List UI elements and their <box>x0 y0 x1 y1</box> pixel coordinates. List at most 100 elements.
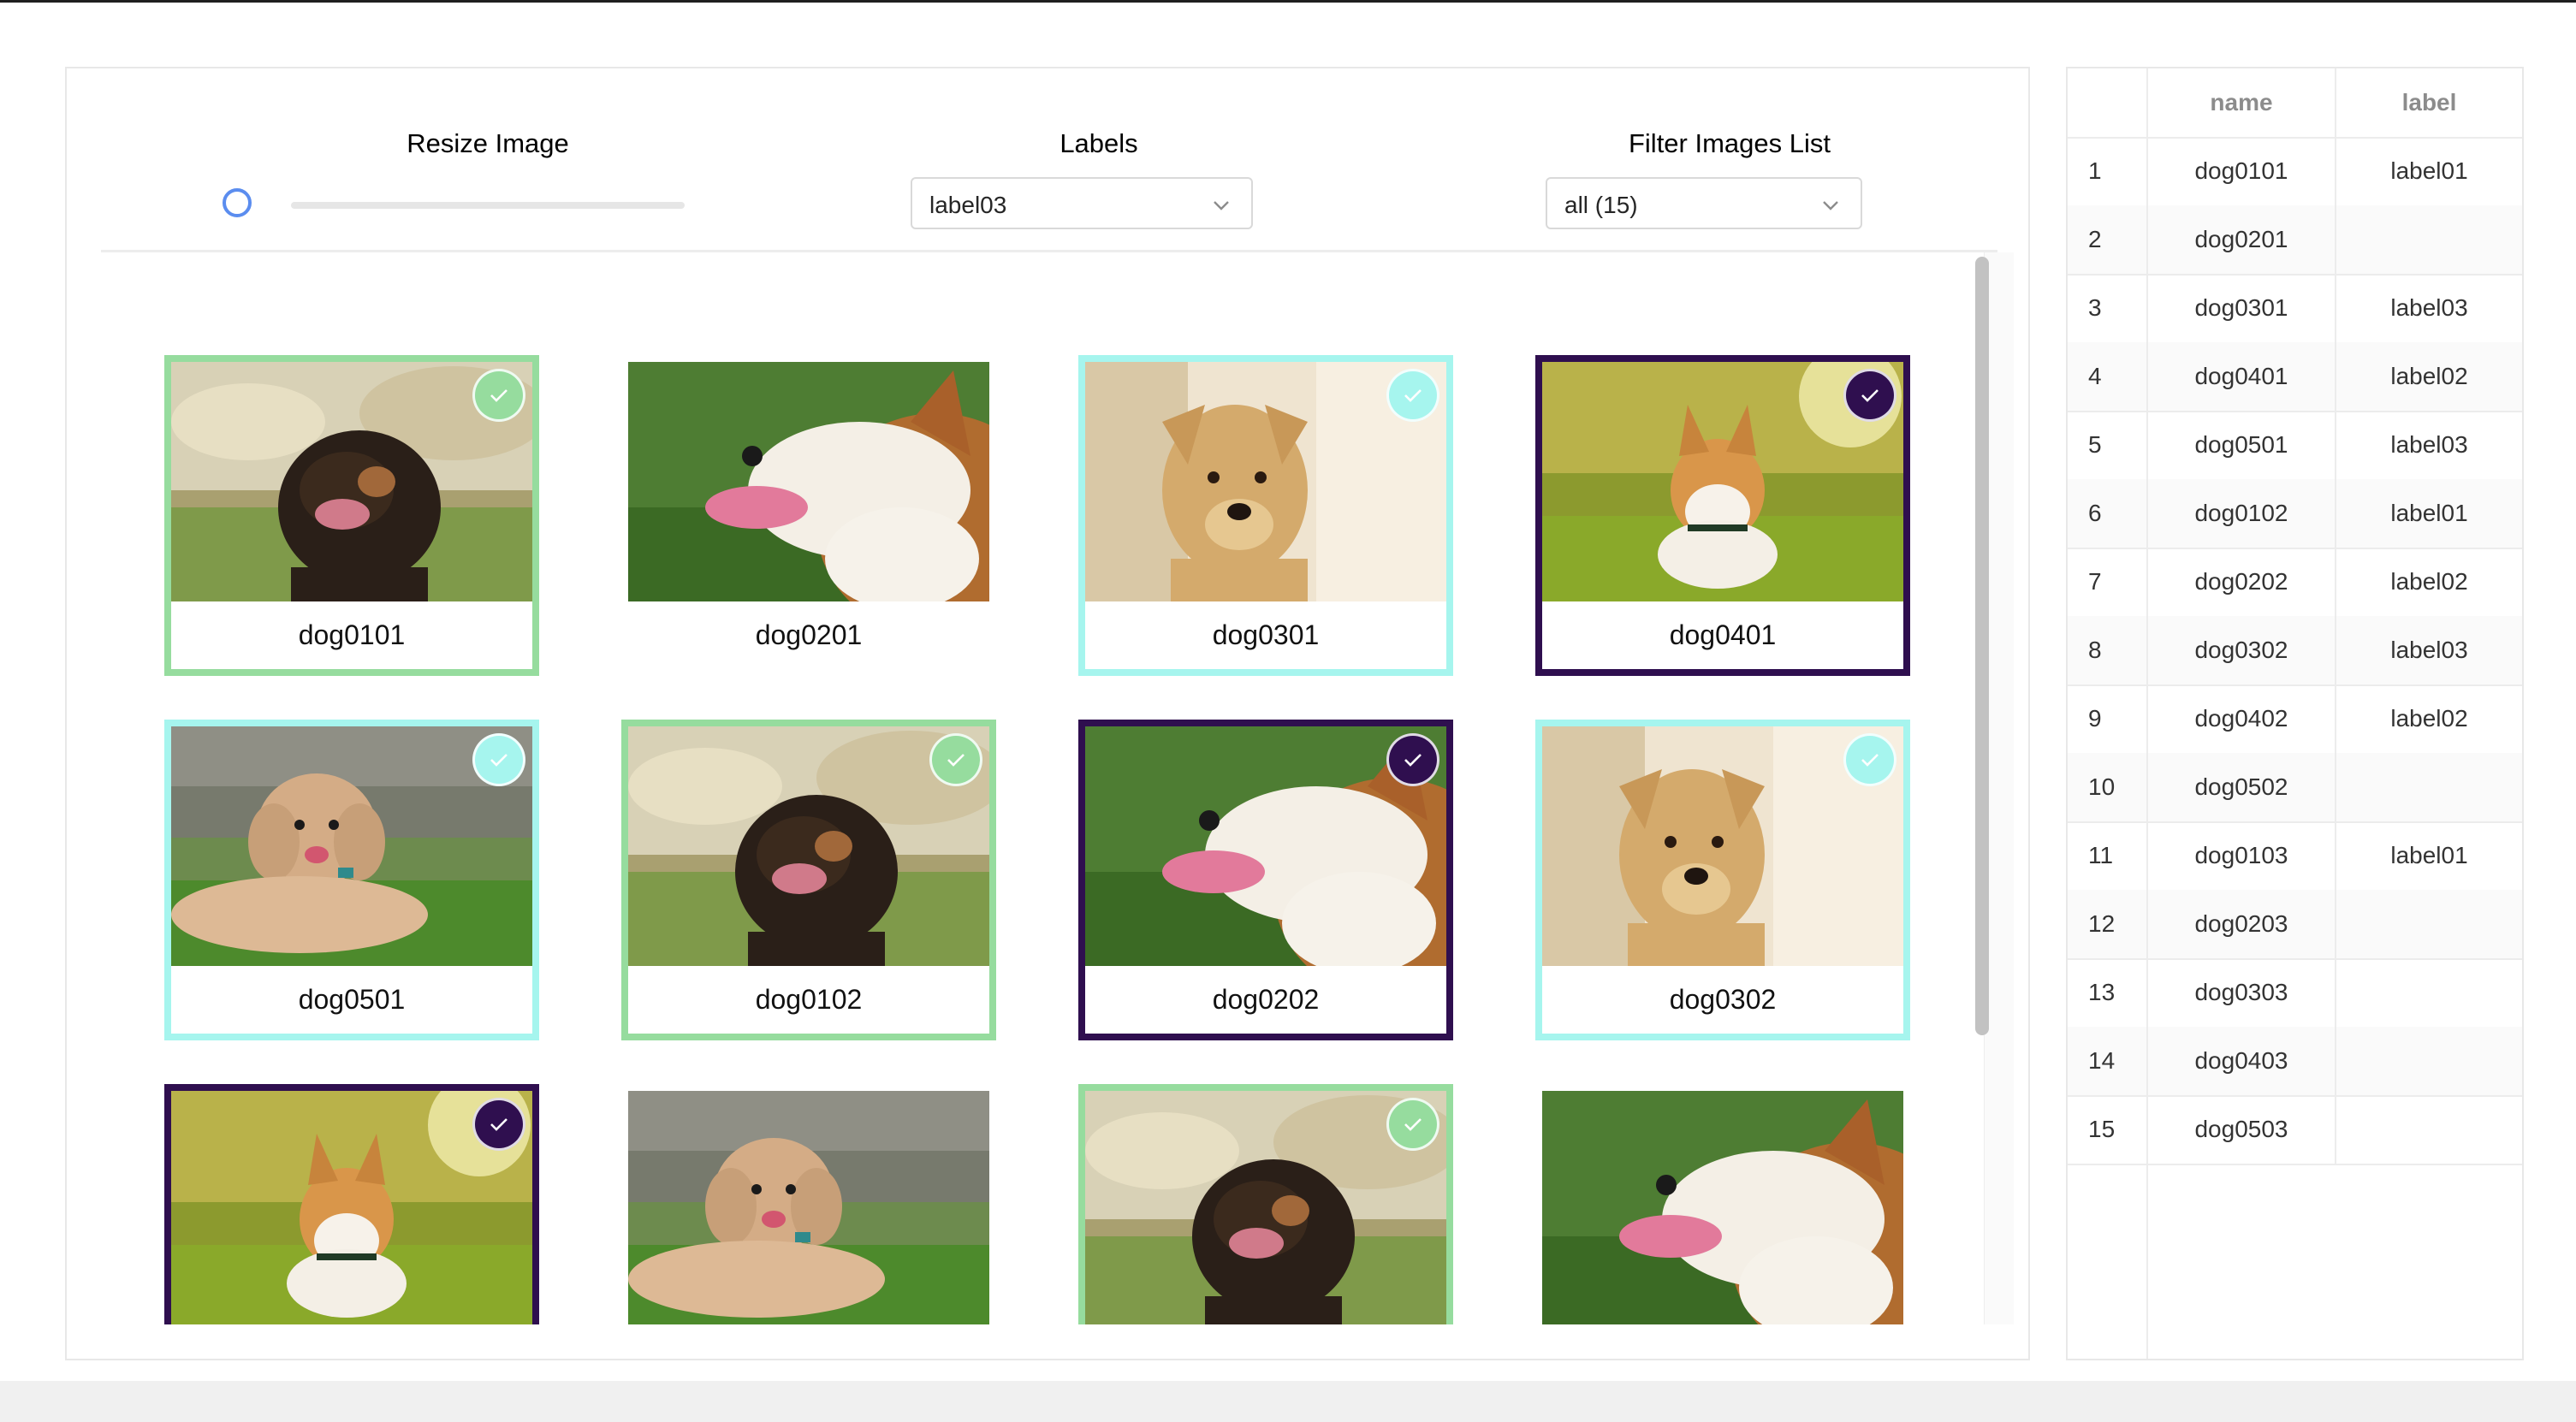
dog-photo <box>1542 1091 1903 1324</box>
row-index: 8 <box>2068 616 2148 684</box>
image-card-dog0201[interactable]: dog0201 <box>621 355 996 676</box>
row-index: 14 <box>2068 1027 2148 1095</box>
row-index: 9 <box>2068 684 2148 753</box>
table-row[interactable]: 9 dog0402 label02 <box>2068 684 2522 755</box>
row-name: dog0101 <box>2148 137 2336 205</box>
table-row[interactable]: 8 dog0302 label03 <box>2068 616 2522 686</box>
row-label <box>2336 205 2522 274</box>
row-label <box>2336 1095 2522 1164</box>
column-header-name: name <box>2148 68 2336 137</box>
table-column-divider <box>2146 68 2148 1359</box>
row-name: dog0501 <box>2148 411 2336 479</box>
dog-photo <box>628 362 989 601</box>
row-name: dog0402 <box>2148 684 2336 753</box>
resize-slider-handle[interactable] <box>223 188 252 217</box>
image-card-dog0302[interactable]: dog0302 <box>1535 720 1910 1040</box>
dog-photo <box>628 1091 989 1324</box>
chevron-down-icon <box>1214 201 1229 210</box>
labeled-check-icon[interactable] <box>1843 369 1896 422</box>
row-label: label03 <box>2390 637 2468 663</box>
controls-bar: Resize Image Labels label03 Filter Image… <box>67 68 2028 252</box>
table-row[interactable]: 4 dog0401 label02 <box>2068 342 2522 412</box>
row-label: label01 <box>2390 500 2468 526</box>
image-card-dog0502[interactable]: dog0502 <box>621 1084 996 1324</box>
row-name: dog0503 <box>2148 1095 2336 1164</box>
image-card-dog0101[interactable]: dog0101 <box>164 355 539 676</box>
labeled-check-icon[interactable] <box>1386 369 1439 422</box>
row-index: 6 <box>2068 479 2148 548</box>
row-index: 4 <box>2068 342 2148 411</box>
resize-slider-track[interactable] <box>291 202 685 209</box>
filter-images-select[interactable]: all (15) <box>1546 177 1862 229</box>
row-name: dog0303 <box>2148 958 2336 1027</box>
filter-images-title: Filter Images List <box>1628 128 1831 158</box>
row-index: 5 <box>2068 411 2148 479</box>
row-name: dog0302 <box>2148 616 2336 684</box>
row-label: label03 <box>2390 294 2468 321</box>
image-name-label: dog0201 <box>755 619 863 650</box>
image-card-dog0401[interactable]: dog0401 <box>1535 355 1910 676</box>
image-name-label: dog0202 <box>1212 984 1320 1015</box>
labeled-check-icon[interactable] <box>1386 733 1439 786</box>
row-name: dog0102 <box>2148 479 2336 548</box>
labeled-check-icon[interactable] <box>472 369 525 422</box>
row-label: label02 <box>2390 705 2468 732</box>
labeled-check-icon[interactable] <box>1843 733 1896 786</box>
row-name: dog0502 <box>2148 753 2336 821</box>
row-label <box>2336 1027 2522 1095</box>
row-label: label03 <box>2390 431 2468 458</box>
row-index: 10 <box>2068 753 2148 821</box>
image-card-dog0501[interactable]: dog0501 <box>164 720 539 1040</box>
image-card-dog0103[interactable]: dog0103 <box>1078 1084 1453 1324</box>
table-row[interactable]: 13 dog0303 <box>2068 958 2522 1028</box>
row-index: 12 <box>2068 890 2148 958</box>
image-card-dog0301[interactable]: dog0301 <box>1078 355 1453 676</box>
table-row[interactable]: 14 dog0403 <box>2068 1027 2522 1097</box>
row-label <box>2336 890 2522 958</box>
resize-image-title: Resize Image <box>407 128 569 158</box>
filter-select-value: all (15) <box>1564 192 1638 218</box>
table-row[interactable]: 5 dog0501 label03 <box>2068 411 2522 481</box>
table-row[interactable]: 15 dog0503 <box>2068 1095 2522 1165</box>
image-name-label: dog0301 <box>1212 619 1320 650</box>
image-card-dog0402[interactable]: dog0402 <box>164 1084 539 1324</box>
row-name: dog0401 <box>2148 342 2336 411</box>
row-label <box>2336 958 2522 1027</box>
table-row[interactable]: 2 dog0201 <box>2068 205 2522 276</box>
labels-select[interactable]: label03 <box>911 177 1253 229</box>
row-index: 15 <box>2068 1095 2148 1164</box>
image-card-dog0203[interactable]: dog0203 <box>1535 1084 1910 1324</box>
image-card-dog0102[interactable]: dog0102 <box>621 720 996 1040</box>
row-label: label01 <box>2390 842 2468 868</box>
labeled-check-icon[interactable] <box>929 733 982 786</box>
column-header-index <box>2068 68 2148 137</box>
row-name: dog0202 <box>2148 548 2336 616</box>
table-row[interactable]: 1 dog0101 label01 <box>2068 137 2522 207</box>
image-name-label: dog0101 <box>298 619 406 650</box>
row-index: 11 <box>2068 821 2148 890</box>
labeled-check-icon[interactable] <box>1386 1098 1439 1151</box>
row-name: dog0201 <box>2148 205 2336 274</box>
row-name: dog0301 <box>2148 274 2336 342</box>
row-index: 1 <box>2068 137 2148 205</box>
chevron-down-icon <box>1823 201 1838 210</box>
labeled-check-icon[interactable] <box>472 733 525 786</box>
image-card-dog0202[interactable]: dog0202 <box>1078 720 1453 1040</box>
table-row[interactable]: 10 dog0502 <box>2068 753 2522 823</box>
row-label: label02 <box>2390 568 2468 595</box>
labeled-check-icon[interactable] <box>472 1098 525 1151</box>
row-label: label01 <box>2390 157 2468 184</box>
image-name-label: dog0302 <box>1669 984 1777 1015</box>
table-row[interactable]: 3 dog0301 label03 <box>2068 274 2522 344</box>
table-row[interactable]: 11 dog0103 label01 <box>2068 821 2522 892</box>
image-gallery: dog0101 dog0201 dog0301 dog0401 dog0501 … <box>67 252 1984 1324</box>
column-header-label: label <box>2401 89 2457 116</box>
image-name-label: dog0102 <box>755 984 863 1015</box>
table-row[interactable]: 6 dog0102 label01 <box>2068 479 2522 549</box>
row-index: 2 <box>2068 205 2148 274</box>
table-row[interactable]: 12 dog0203 <box>2068 890 2522 960</box>
gallery-scrollbar-thumb[interactable] <box>1975 257 1989 1035</box>
row-name: dog0103 <box>2148 821 2336 890</box>
table-row[interactable]: 7 dog0202 label02 <box>2068 548 2522 618</box>
row-index: 13 <box>2068 958 2148 1027</box>
